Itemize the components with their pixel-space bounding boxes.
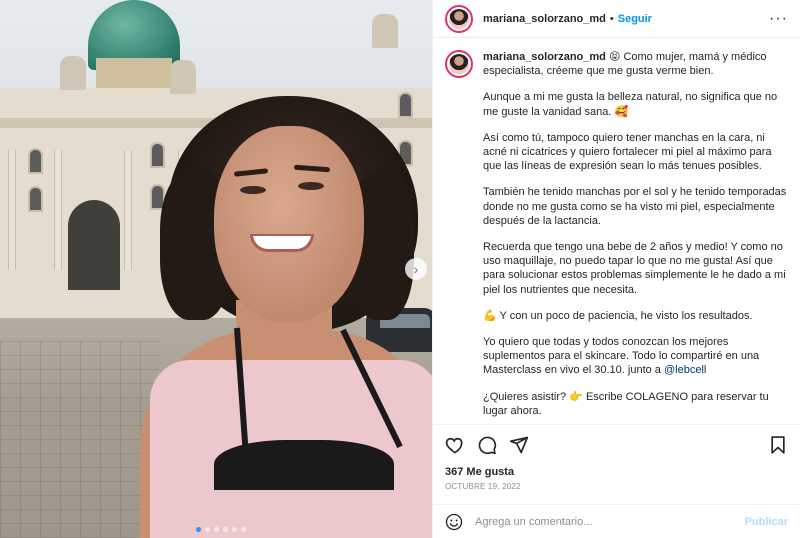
caption-paragraph: Aunque a mi me gusta la belleza natural,…	[483, 91, 778, 118]
caption-paragraph-text: Yo quiero que todas y todos conozcan los…	[483, 336, 760, 377]
avatar-image	[449, 8, 469, 29]
avatar-image	[449, 54, 469, 74]
carousel-dot	[214, 527, 219, 532]
caption-avatar[interactable]	[445, 50, 473, 78]
post-side-panel: mariana_solorzano_md • Seguir ··· marian…	[432, 0, 800, 538]
caption-paragraph: 💪 Y con un poco de paciencia, he visto l…	[483, 309, 753, 322]
post-date: OCTUBRE 19, 2022	[445, 482, 521, 491]
photo-smile	[250, 234, 314, 252]
carousel-dot	[205, 527, 210, 532]
photo-tank-top-lower	[150, 490, 432, 538]
share-icon[interactable]	[509, 435, 529, 455]
caption-paragraph: Así como tú, tampoco quiero tener mancha…	[483, 131, 772, 173]
photo-dome-base	[96, 58, 172, 92]
photo-cobblestones	[0, 340, 160, 538]
emoji-icon[interactable]	[445, 513, 463, 531]
comment-input[interactable]	[475, 515, 745, 528]
likes-count[interactable]: 367 Me gusta	[433, 464, 800, 480]
photo-statue	[372, 14, 398, 48]
photo-window	[150, 142, 165, 168]
photo-column	[8, 150, 16, 270]
photo-archway	[68, 200, 120, 290]
publish-button[interactable]: Publicar	[745, 516, 788, 528]
photo-statue	[170, 60, 196, 94]
follow-button[interactable]: Seguir	[618, 13, 652, 25]
photo-window	[28, 148, 43, 174]
caption-paragraph: También he tenido manchas por el sol y h…	[483, 186, 787, 227]
caption-paragraph: Yo quiero que todas y todos conozcan los…	[483, 335, 788, 378]
caption-paragraph: mariana_solorzano_md 😝 Como mujer, mamá …	[483, 50, 788, 78]
photo-eye	[298, 182, 324, 190]
photo-window	[398, 92, 413, 118]
post-photo[interactable]: ›	[0, 0, 432, 538]
carousel-dot	[241, 527, 246, 532]
comment-icon[interactable]	[477, 435, 497, 455]
post-header: mariana_solorzano_md • Seguir ···	[433, 0, 800, 38]
photo-column	[54, 150, 62, 270]
mention-link[interactable]: @lebcell	[664, 364, 706, 376]
carousel-dot-active	[196, 527, 201, 532]
carousel-next-button[interactable]: ›	[405, 258, 427, 280]
caption-area: mariana_solorzano_md 😝 Como mujer, mamá …	[433, 38, 800, 424]
photo-statue	[60, 56, 86, 90]
avatar[interactable]	[445, 4, 473, 33]
comment-bar: Publicar	[433, 504, 800, 538]
photo-face	[214, 126, 364, 322]
bookmark-icon[interactable]	[768, 435, 788, 455]
carousel-dot	[232, 527, 237, 532]
caption-text: mariana_solorzano_md 😝 Como mujer, mamá …	[483, 50, 788, 424]
photo-eye	[240, 186, 266, 194]
caption-username[interactable]: mariana_solorzano_md	[483, 51, 606, 63]
instagram-post-view: › mariana_solorzano_md • Seguir ··· mari…	[0, 0, 800, 538]
heart-icon[interactable]	[445, 435, 465, 455]
post-actions	[433, 424, 800, 464]
header-separator: •	[609, 12, 614, 25]
carousel-dots	[196, 527, 246, 532]
header-username[interactable]: mariana_solorzano_md	[483, 13, 606, 25]
photo-window	[28, 186, 43, 212]
more-options-icon[interactable]: ···	[769, 10, 788, 28]
caption-paragraph: ¿Quieres asistir? 👉 Escribe COLAGENO par…	[483, 390, 769, 417]
carousel-dot	[223, 527, 228, 532]
caption-paragraph: Recuerda que tengo una bebe de 2 años y …	[483, 241, 786, 296]
photo-column	[124, 150, 132, 270]
